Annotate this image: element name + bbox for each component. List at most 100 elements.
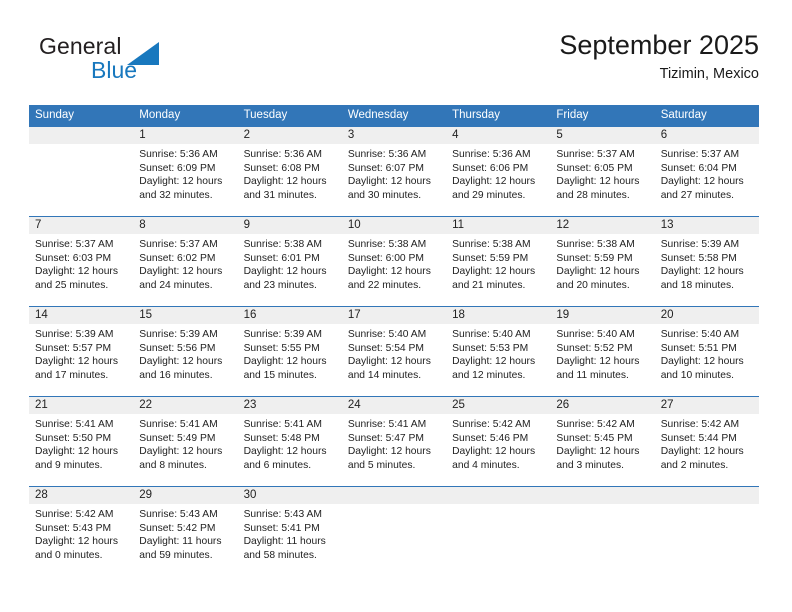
calendar-week-row: 14 Sunrise: 5:39 AM Sunset: 5:57 PM Dayligh… [29, 306, 759, 397]
day-cell-content: 28 Sunrise: 5:42 AM Sunset: 5:43 PM Dayligh… [29, 487, 134, 573]
calendar-week-row: 21 Sunrise: 5:41 AM Sunset: 5:50 PM Dayligh… [29, 396, 759, 487]
daylight-text-line1: Daylight: 12 hours [347, 176, 431, 188]
daylight-text-line2: and 22 minutes. [347, 279, 422, 291]
sunrise-text: Sunrise: 5:38 AM [452, 239, 531, 250]
calendar-day-cell[interactable]: 24 Sunrise: 5:41 AM Sunset: 5:47 PM Dayligh… [341, 396, 447, 487]
calendar-day-cell[interactable]: 14 Sunrise: 5:39 AM Sunset: 5:57 PM Dayligh… [29, 306, 134, 397]
calendar-day-cell[interactable]: 20 Sunrise: 5:40 AM Sunset: 5:51 PM Dayligh… [654, 306, 759, 397]
calendar-day-cell[interactable]: 23 Sunrise: 5:41 AM Sunset: 5:48 PM Dayligh… [237, 396, 342, 487]
calendar-day-cell[interactable]: 18 Sunrise: 5:40 AM Sunset: 5:53 PM Dayligh… [446, 306, 551, 397]
day-details: Sunrise: 5:36 AM Sunset: 6:07 PM Daylight:… [342, 144, 446, 202]
day-number: 17 [341, 307, 447, 324]
brand-logo[interactable]: General Blue [29, 30, 289, 88]
masthead: General Blue September 2025 Tizimin, Mex… [29, 30, 759, 92]
calendar-day-cell[interactable]: 7 Sunrise: 5:37 AM Sunset: 6:03 PM Daylight… [29, 216, 134, 307]
sunrise-text: Sunrise: 5:39 AM [660, 239, 740, 250]
daylight-text-line1: Daylight: 12 hours [243, 266, 327, 278]
day-number: 13 [654, 217, 759, 234]
calendar-day-cell[interactable]: 19 Sunrise: 5:40 AM Sunset: 5:52 PM Dayligh… [550, 306, 655, 397]
daylight-text-line1: Daylight: 12 hours [347, 266, 431, 278]
brand-name-blue: Blue [91, 57, 138, 83]
day-number: 8 [133, 217, 238, 234]
day-cell-content: 16 Sunrise: 5:39 AM Sunset: 5:55 PM Dayligh… [237, 307, 342, 396]
calendar-day-cell[interactable]: 21 Sunrise: 5:41 AM Sunset: 5:50 PM Dayligh… [29, 396, 134, 487]
day-cell-content: 25 Sunrise: 5:42 AM Sunset: 5:46 PM Dayligh… [446, 397, 551, 486]
sunset-text: Sunset: 5:42 PM [139, 522, 216, 534]
sunset-text: Sunset: 5:43 PM [35, 522, 112, 534]
calendar-day-cell[interactable]: 10 Sunrise: 5:38 AM Sunset: 6:00 PM Dayligh… [341, 216, 447, 307]
day-number: 26 [550, 397, 655, 414]
calendar-day-cell[interactable]: 25 Sunrise: 5:42 AM Sunset: 5:46 PM Dayligh… [446, 396, 551, 487]
day-details: Sunrise: 5:37 AM Sunset: 6:04 PM Daylight:… [655, 144, 759, 202]
calendar-day-cell[interactable]: 4 Sunrise: 5:36 AM Sunset: 6:06 PM Daylight… [446, 126, 551, 217]
day-number: 23 [237, 397, 342, 414]
brand-name-general: General [39, 33, 122, 59]
day-cell-content [29, 127, 134, 216]
calendar-day-cell[interactable]: 15 Sunrise: 5:39 AM Sunset: 5:56 PM Dayligh… [133, 306, 238, 397]
day-number: 19 [550, 307, 655, 324]
sunrise-text: Sunrise: 5:43 AM [243, 509, 322, 520]
day-number: 24 [341, 397, 447, 414]
sunrise-text: Sunrise: 5:37 AM [660, 149, 740, 160]
day-cell-content: 3 Sunrise: 5:36 AM Sunset: 6:07 PM Daylight… [341, 127, 447, 216]
day-cell-content: 29 Sunrise: 5:43 AM Sunset: 5:42 PM Dayligh… [133, 487, 238, 573]
calendar-page: General Blue September 2025 Tizimin, Mex… [0, 0, 792, 612]
calendar-day-cell[interactable]: 6 Sunrise: 5:37 AM Sunset: 6:04 PM Daylight… [654, 126, 759, 217]
daylight-text-line1: Daylight: 12 hours [660, 356, 744, 368]
calendar-day-cell[interactable]: 3 Sunrise: 5:36 AM Sunset: 6:07 PM Daylight… [341, 126, 447, 217]
weekday-header-sunday: Sunday [29, 105, 134, 127]
calendar-day-cell[interactable]: 16 Sunrise: 5:39 AM Sunset: 5:55 PM Dayligh… [237, 306, 342, 397]
calendar-day-cell[interactable]: 2 Sunrise: 5:36 AM Sunset: 6:08 PM Daylight… [237, 126, 342, 217]
sunrise-text: Sunrise: 5:42 AM [452, 419, 531, 430]
sunrise-text: Sunrise: 5:38 AM [243, 239, 322, 250]
calendar-day-cell[interactable]: 26 Sunrise: 5:42 AM Sunset: 5:45 PM Dayligh… [550, 396, 655, 487]
day-cell-content: 14 Sunrise: 5:39 AM Sunset: 5:57 PM Dayligh… [29, 307, 134, 396]
sunset-text: Sunset: 5:48 PM [243, 432, 320, 444]
calendar-day-cell[interactable]: 12 Sunrise: 5:38 AM Sunset: 5:59 PM Dayligh… [550, 216, 655, 307]
day-details: Sunrise: 5:41 AM Sunset: 5:50 PM Daylight:… [29, 414, 133, 472]
day-number: 4 [446, 127, 551, 144]
day-number [446, 487, 551, 504]
daylight-text-line2: and 6 minutes. [243, 459, 312, 471]
day-cell-content: 27 Sunrise: 5:42 AM Sunset: 5:44 PM Dayligh… [654, 397, 759, 486]
daylight-text-line2: and 27 minutes. [660, 189, 734, 201]
calendar-day-cell[interactable]: 1 Sunrise: 5:36 AM Sunset: 6:09 PM Daylight… [133, 126, 238, 217]
sunset-text: Sunset: 6:01 PM [243, 252, 320, 264]
day-details: Sunrise: 5:41 AM Sunset: 5:49 PM Daylight:… [133, 414, 237, 472]
daylight-text-line2: and 28 minutes. [556, 189, 630, 201]
day-number: 14 [29, 307, 134, 324]
sunrise-text: Sunrise: 5:37 AM [139, 239, 218, 250]
sunrise-text: Sunrise: 5:38 AM [556, 239, 635, 250]
day-number: 28 [29, 487, 134, 504]
calendar-day-cell[interactable]: 11 Sunrise: 5:38 AM Sunset: 5:59 PM Dayligh… [446, 216, 551, 307]
day-number: 29 [133, 487, 238, 504]
sunrise-text: Sunrise: 5:42 AM [35, 509, 114, 520]
calendar-day-cell[interactable]: 5 Sunrise: 5:37 AM Sunset: 6:05 PM Daylight… [550, 126, 655, 217]
calendar-day-cell[interactable]: 22 Sunrise: 5:41 AM Sunset: 5:49 PM Dayligh… [133, 396, 238, 487]
calendar-day-cell[interactable]: 29 Sunrise: 5:43 AM Sunset: 5:42 PM Dayligh… [133, 486, 238, 573]
daylight-text-line1: Daylight: 12 hours [452, 266, 536, 278]
daylight-text-line2: and 31 minutes. [243, 189, 317, 201]
day-cell-content: 1 Sunrise: 5:36 AM Sunset: 6:09 PM Daylight… [133, 127, 238, 216]
calendar-day-cell[interactable]: 9 Sunrise: 5:38 AM Sunset: 6:01 PM Daylight… [237, 216, 342, 307]
calendar-day-cell [654, 486, 759, 573]
day-details: Sunrise: 5:42 AM Sunset: 5:45 PM Daylight:… [550, 414, 654, 472]
calendar-day-cell[interactable]: 8 Sunrise: 5:37 AM Sunset: 6:02 PM Daylight… [133, 216, 238, 307]
daylight-text-line2: and 3 minutes. [556, 459, 624, 471]
calendar-day-cell[interactable]: 27 Sunrise: 5:42 AM Sunset: 5:44 PM Dayligh… [654, 396, 759, 487]
daylight-text-line1: Daylight: 12 hours [452, 176, 536, 188]
day-details: Sunrise: 5:42 AM Sunset: 5:44 PM Daylight:… [655, 414, 759, 472]
daylight-text-line1: Daylight: 12 hours [35, 266, 118, 278]
sunset-text: Sunset: 5:55 PM [243, 342, 320, 354]
day-number: 2 [237, 127, 342, 144]
weekday-header-tuesday: Tuesday [237, 105, 342, 127]
calendar-day-cell[interactable]: 17 Sunrise: 5:40 AM Sunset: 5:54 PM Dayligh… [341, 306, 447, 397]
day-number: 15 [133, 307, 238, 324]
sunset-text: Sunset: 5:47 PM [347, 432, 424, 444]
day-details: Sunrise: 5:42 AM Sunset: 5:46 PM Daylight:… [446, 414, 550, 472]
calendar-day-cell[interactable]: 13 Sunrise: 5:39 AM Sunset: 5:58 PM Dayligh… [654, 216, 759, 307]
calendar-day-cell[interactable]: 30 Sunrise: 5:43 AM Sunset: 5:41 PM Dayligh… [237, 486, 342, 573]
calendar-day-cell[interactable]: 28 Sunrise: 5:42 AM Sunset: 5:43 PM Dayligh… [29, 486, 134, 573]
daylight-text-line2: and 12 minutes. [452, 369, 526, 381]
day-details: Sunrise: 5:40 AM Sunset: 5:51 PM Daylight:… [655, 324, 759, 382]
